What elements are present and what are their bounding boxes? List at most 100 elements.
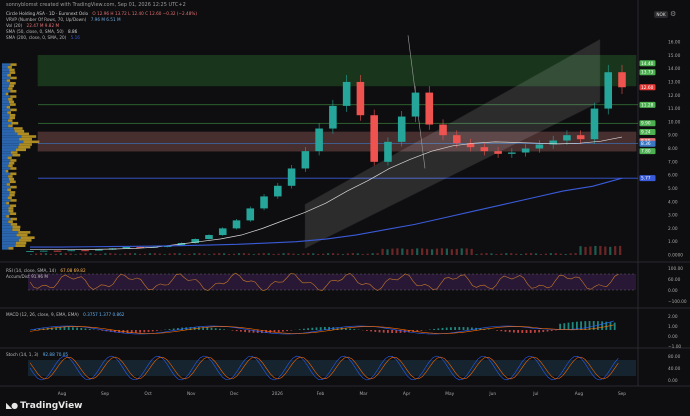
volume-profile-bar-down [5,92,9,96]
volume-bar [391,248,394,255]
volume-profile-bar-up [2,207,9,210]
volume-profile-bar-down [6,201,10,205]
volume-bar [59,253,62,255]
volume-profile-bar-down [8,175,13,178]
volume-profile-bar-up [2,204,11,208]
settings-gear-icon[interactable]: ⚙ [670,10,676,18]
price-tag-label: 5.77 [641,176,651,182]
legend-vrvp-values: 7.96 M 6.51 M [90,17,121,22]
volume-bar [188,253,191,255]
legend-sma200[interactable]: SMA (200, close, 0, SMA, 20) 5.16 [6,35,80,40]
volume-profile-bar-down [23,140,40,144]
volume-bar [341,254,345,255]
macd-histogram-bar [559,323,561,330]
volume-bar [510,253,513,255]
currency-badge[interactable]: NOK [654,11,668,18]
volume-bar [114,253,117,255]
author-line: sonnyblomst created with TradingView.com… [6,2,186,8]
candle-body [218,228,227,236]
volume-profile-bar-up [2,71,10,74]
candle-body [95,249,103,251]
volume-profile-bar-down [9,103,16,106]
volume-profile-bar-up [2,225,13,229]
volume-bar [153,253,156,255]
volume-bar [54,253,57,255]
volume-profile-bar-down [8,164,13,168]
volume-bar [554,253,557,255]
candle-body [563,135,571,141]
volume-profile-bar-down [8,100,15,104]
candle-body [26,251,34,252]
volume-profile-bar-up [2,116,10,120]
volume-profile-bar-down [10,223,18,226]
macd-histogram-bar [126,330,129,333]
macd-legend[interactable]: MACD (12, 26, close, 9, EMA, EMA) 0.3757… [6,312,124,317]
macd-histogram-bar [433,328,435,330]
zone-range [37,131,637,152]
volume-profile-bar-up [2,79,7,82]
volume-bar [500,253,503,255]
macd-histogram-bar [172,328,175,330]
stoch-legend[interactable]: Stoch (14, 1, 3) 92.88 70.05 [6,352,68,357]
candle-body [315,128,323,152]
macd-histogram-bar [525,330,528,333]
candle-body [122,247,131,249]
x-axis-label: Feb [317,391,325,397]
legend-sma200-value: 5.16 [70,35,80,40]
volume-bar [520,254,523,255]
volume-bar [228,253,231,255]
volume-profile-bar-down [10,159,17,162]
x-axis-label: Nov [187,391,196,397]
volume-bar [124,253,127,255]
price-axis-label: 9.00 [668,133,678,139]
volume-bar [460,248,463,255]
macd-histogram-bar [550,330,553,331]
volume-bar [599,245,602,255]
macd-histogram-bar [437,328,440,330]
chart-canvas: 16.00 15.00 14.00 13.00 12.00 11.00 10.00 9.00 8… [0,0,690,416]
volume-bar [356,253,359,255]
volume-profile-bar-up [2,231,19,234]
legend-sma50[interactable]: SMA (50, close, 0, SMA, 50) 8.86 [6,29,77,34]
volume-profile-bar-down [7,196,12,200]
macd-histogram-bar [349,328,351,330]
volume-profile-bar-up [2,217,11,221]
price-axis-label: 1.00 [668,239,678,245]
volume-profile-bar-down [8,207,14,210]
volume-profile-bar-up [2,124,9,128]
legend-volume[interactable]: Vol (20) 22.47 M 9.82 M [6,23,59,28]
volume-bar [84,253,87,255]
tradingview-logo[interactable]: ◣● TradingView [6,401,83,411]
volume-bar [376,253,379,255]
volume-profile-bar-up [2,108,11,112]
volume-bar [401,248,404,255]
macd-histogram-bar [534,330,536,333]
legend-vrvp[interactable]: VRVP (Number Of Rows, 70, Up/Down) 7.96 … [6,17,121,22]
macd-histogram-bar [223,329,225,330]
volume-bar [430,249,434,255]
volume-profile-bar-down [10,151,18,154]
rsi-legend[interactable]: RSI (14, close, SMA, 14) 67.08 69.82 [6,268,86,273]
volume-profile-bar-up [2,103,10,106]
volume-profile-bar-up [2,95,11,98]
volume-profile-bar-down [10,63,17,66]
accum-dist-legend[interactable]: Accum/Dist 91.96 M [6,274,48,279]
volume-bar [589,246,592,255]
candle-body [397,116,406,142]
price-tag-label: 8.36 [641,141,651,147]
volume-bar [178,253,181,255]
candle-body [246,208,255,221]
volume-profile-bar-up [2,161,10,165]
volume-bar [143,253,147,255]
candle-body [411,92,420,117]
volume-profile-bar-down [10,108,17,112]
volume-profile-bar-down [15,241,27,245]
volume-bar [604,246,607,255]
legend-symbol[interactable]: Circle Holding ASA · 1D · Euronext Oslo … [6,11,197,16]
macd-histogram-bar [72,327,74,330]
volume-bar [232,253,236,255]
volume-profile-bar-up [2,167,11,170]
volume-profile-bar-down [10,212,17,216]
volume-profile-bar-down [10,204,17,208]
volume-profile-bar-up [2,87,9,90]
